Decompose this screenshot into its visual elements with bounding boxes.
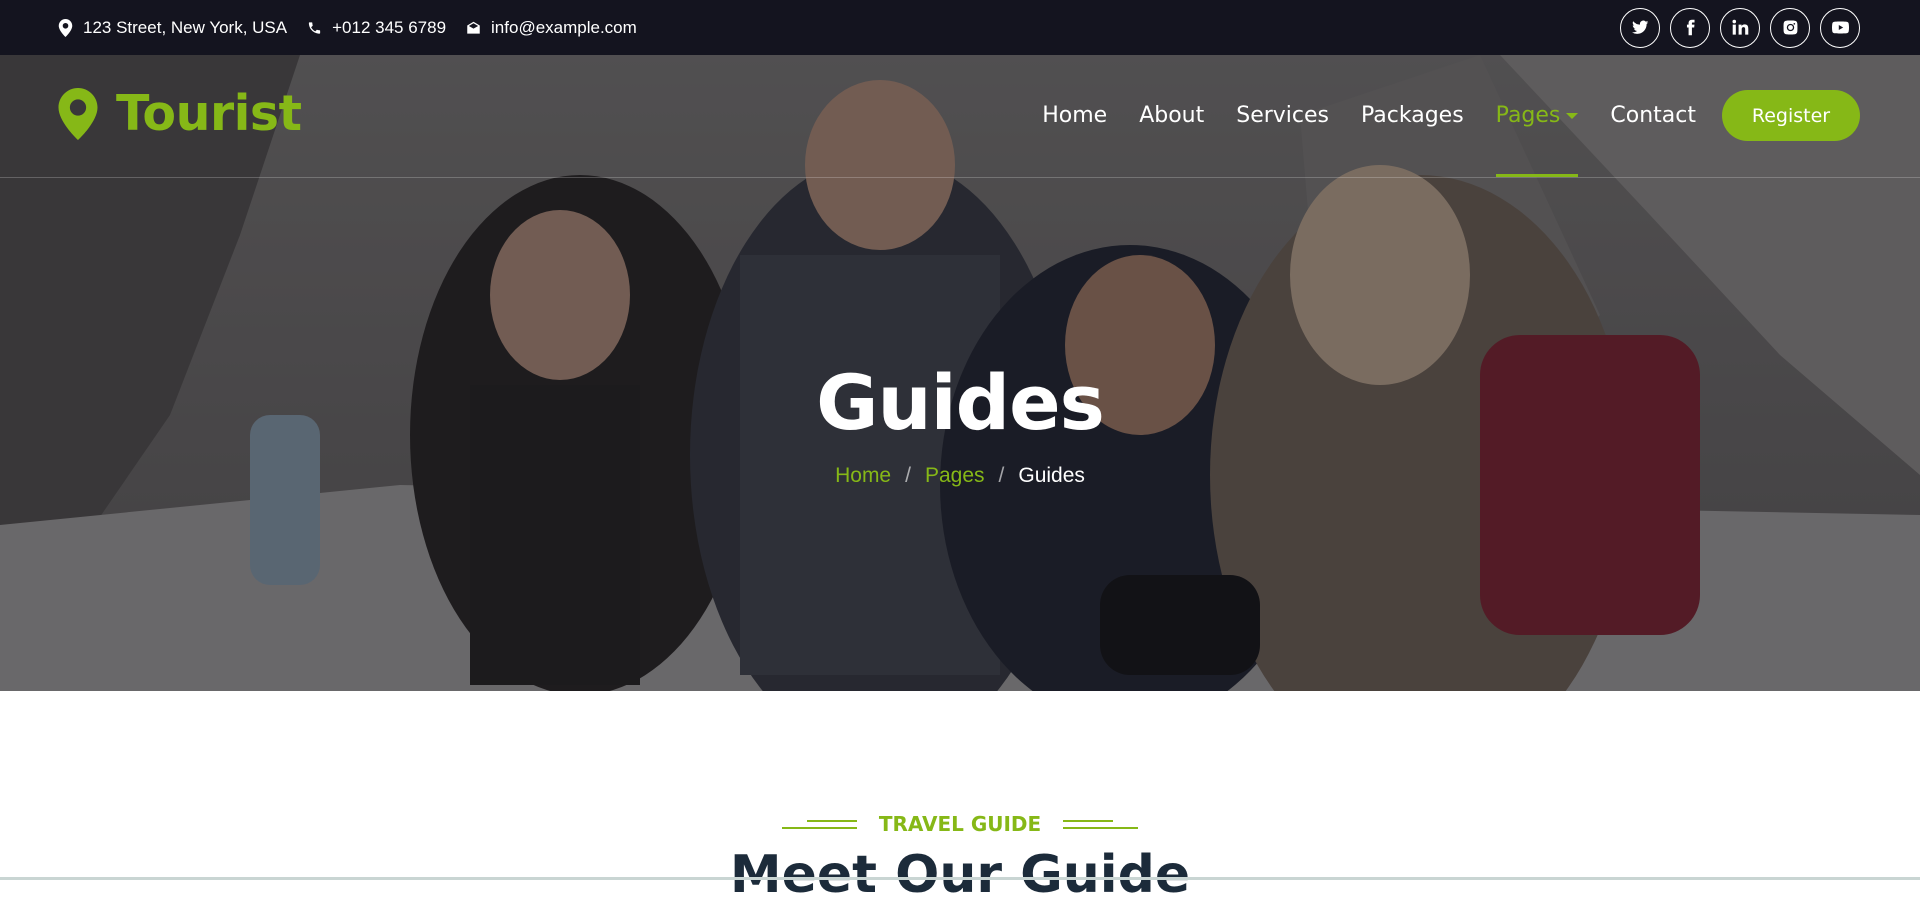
youtube-icon xyxy=(1831,21,1849,34)
map-marker-icon xyxy=(58,18,73,37)
twitter-button[interactable] xyxy=(1620,7,1660,48)
phone-item: +012 345 6789 xyxy=(307,18,446,38)
linkedin-button[interactable] xyxy=(1720,7,1760,48)
nav-home[interactable]: Home xyxy=(1042,103,1107,128)
caret-down-icon xyxy=(1566,113,1579,119)
facebook-icon xyxy=(1686,19,1695,36)
nav-about[interactable]: About xyxy=(1139,103,1204,128)
nav-packages[interactable]: Packages xyxy=(1361,103,1464,128)
nav-services[interactable]: Services xyxy=(1236,103,1329,128)
section-label: TRAVEL GUIDE xyxy=(0,812,1920,836)
top-bar: 123 Street, New York, USA +012 345 6789 … xyxy=(0,0,1920,55)
contact-info: 123 Street, New York, USA +012 345 6789 … xyxy=(58,0,637,55)
navbar: Tourist Home About Services Packages Pag… xyxy=(0,55,1920,178)
phone-icon xyxy=(308,21,321,34)
brand-name: Tourist xyxy=(116,85,302,142)
breadcrumb: Home / Pages / Guides xyxy=(0,464,1920,488)
nav-contact[interactable]: Contact xyxy=(1610,103,1696,128)
breadcrumb-current: Guides xyxy=(1018,464,1085,487)
address-text: 123 Street, New York, USA xyxy=(83,17,288,37)
section-label-lines-right xyxy=(1063,818,1139,830)
map-marker-icon xyxy=(58,87,98,140)
address-item: 123 Street, New York, USA xyxy=(58,18,287,38)
envelope-open-icon xyxy=(467,21,480,34)
phone-text: +012 345 6789 xyxy=(332,17,447,37)
youtube-button[interactable] xyxy=(1820,7,1860,48)
breadcrumb-home[interactable]: Home xyxy=(835,464,891,487)
nav-pages-dropdown[interactable]: Pages xyxy=(1495,103,1579,177)
section-label-text: TRAVEL GUIDE xyxy=(878,812,1042,836)
section-label-lines-left xyxy=(781,818,857,830)
section-title: Meet Our Guide xyxy=(729,845,1191,905)
facebook-button[interactable] xyxy=(1670,7,1710,48)
linkedin-icon xyxy=(1731,19,1748,35)
main-nav: Home About Services Packages Pages Conta… xyxy=(1042,90,1860,177)
nav-pages-label: Pages xyxy=(1495,103,1561,128)
social-links xyxy=(1620,0,1860,55)
page-title: Guides xyxy=(816,358,1105,447)
register-button[interactable]: Register xyxy=(1722,90,1860,141)
twitter-icon xyxy=(1631,20,1648,34)
breadcrumb-separator: / xyxy=(998,464,1005,487)
instagram-button[interactable] xyxy=(1770,7,1810,48)
brand-logo[interactable]: Tourist xyxy=(58,85,302,142)
email-text: info@example.com xyxy=(491,17,637,37)
breadcrumb-separator: / xyxy=(905,464,911,487)
instagram-icon xyxy=(1783,20,1797,35)
active-nav-indicator xyxy=(1495,174,1579,177)
email-item: info@example.com xyxy=(466,18,637,38)
breadcrumb-pages[interactable]: Pages xyxy=(925,464,985,487)
